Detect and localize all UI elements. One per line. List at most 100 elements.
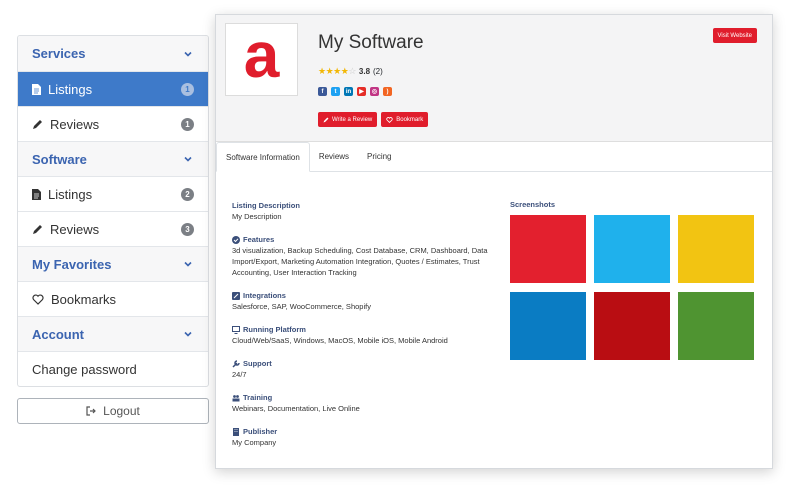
sidebar-item-label: Reviews — [50, 221, 100, 237]
pencil-icon — [33, 119, 42, 129]
section-title: Services — [32, 46, 86, 61]
star-rating-icon: ★★★★☆ — [318, 66, 356, 77]
support-heading: Support — [243, 359, 272, 368]
page-title: My Software — [318, 32, 424, 53]
platform-text: Cloud/Web/SaaS, Windows, MacOS, Mobile i… — [232, 336, 448, 345]
count-badge: 1 — [181, 117, 194, 131]
tab-bar: Software Information Reviews Pricing — [216, 142, 772, 172]
chevron-down-icon — [184, 51, 192, 57]
tab-content: Listing Description My Description Featu… — [216, 172, 772, 448]
sidebar-item-bookmarks[interactable]: Bookmarks — [18, 281, 208, 316]
screenshot-thumbnail[interactable] — [678, 215, 754, 283]
tab-software-information[interactable]: Software Information — [216, 142, 310, 172]
pencil-icon — [323, 117, 329, 122]
sidebar-item-label: Listings — [48, 81, 93, 97]
star-icon: ★ — [333, 66, 341, 76]
linkedin-icon[interactable]: in — [344, 87, 353, 96]
features-heading: Features — [243, 235, 275, 244]
section-title: Account — [32, 326, 84, 342]
sidebar: Services Listings 1 Reviews 1 Software L… — [17, 35, 209, 424]
sidebar-menu: Services Listings 1 Reviews 1 Software L… — [17, 35, 209, 387]
screenshot-thumbnail[interactable] — [594, 292, 670, 360]
sidebar-item-label: Reviews — [50, 116, 100, 132]
tab-pricing[interactable]: Pricing — [358, 141, 400, 171]
count-badge: 2 — [181, 187, 194, 201]
facebook-icon[interactable]: f — [318, 87, 327, 96]
section-services[interactable]: Services — [18, 36, 208, 71]
file-icon — [32, 188, 41, 200]
training-heading: Training — [243, 393, 273, 402]
logout-label: Logout — [103, 404, 140, 418]
social-links: f t in ▶ ◎) — [318, 87, 392, 96]
rating-value: 3.8 — [358, 67, 371, 76]
chevron-down-icon — [184, 261, 192, 267]
count-badge: 1 — [181, 82, 194, 96]
heart-icon — [32, 293, 44, 305]
features-section: Features 3d visualization, Backup Schedu… — [232, 234, 492, 278]
visit-website-button[interactable]: Visit Website — [712, 28, 757, 43]
building-icon — [233, 427, 239, 436]
section-software[interactable]: Software — [18, 141, 208, 176]
publisher-heading: Publisher — [243, 427, 278, 436]
sidebar-item-services-listings[interactable]: Listings 1 — [18, 71, 208, 106]
section-title: Software — [32, 151, 87, 167]
instagram-icon[interactable]: ◎ — [370, 87, 379, 96]
screenshots-section: Screenshots — [510, 200, 754, 360]
integrations-section: Integrations Salesforce, SAP, WooCommerc… — [232, 290, 492, 312]
puzzle-icon — [232, 291, 240, 300]
screenshot-thumbnail[interactable] — [510, 215, 586, 283]
wrench-icon — [232, 359, 240, 368]
software-info: Listing Description My Description Featu… — [232, 200, 492, 448]
check-circle-icon — [232, 235, 240, 244]
listing-header: a My Software ★★★★☆ 3.8 (2) f t in ▶ ◎) Writ… — [216, 15, 772, 142]
screenshot-thumbnail[interactable] — [510, 292, 586, 360]
star-icon: ★ — [318, 66, 326, 76]
bookmark-label: Bookmark — [396, 116, 424, 123]
sign-out-icon — [86, 406, 96, 416]
monitor-icon — [232, 325, 240, 334]
file-icon — [32, 83, 41, 95]
section-account[interactable]: Account — [18, 316, 208, 351]
publisher-section: Publisher My Company — [232, 426, 492, 448]
write-review-button[interactable]: Write a Review — [318, 112, 378, 127]
youtube-icon[interactable]: ▶ — [357, 87, 366, 96]
screenshots-heading: Screenshots — [510, 200, 556, 209]
chevron-down-icon — [184, 331, 192, 337]
count-badge: 3 — [181, 222, 194, 236]
sidebar-item-label: Change password — [32, 361, 137, 377]
description-heading: Listing Description — [232, 201, 300, 210]
heart-icon — [386, 116, 393, 123]
screenshot-grid — [510, 215, 754, 360]
users-icon — [232, 394, 240, 401]
chevron-down-icon — [184, 156, 192, 162]
training-section: Training Webinars, Documentation, Live O… — [232, 392, 492, 414]
rating-count: (2) — [373, 67, 383, 76]
star-icon: ☆ — [348, 66, 356, 76]
listing-actions: Write a Review Bookmark — [318, 112, 429, 127]
sidebar-item-software-reviews[interactable]: Reviews 3 — [18, 211, 208, 246]
section-my-favorites[interactable]: My Favorites — [18, 246, 208, 281]
screenshot-thumbnail[interactable] — [594, 215, 670, 283]
sidebar-item-services-reviews[interactable]: Reviews 1 — [18, 106, 208, 141]
rss-icon[interactable]: ) — [383, 87, 392, 96]
support-section: Support 24/7 — [232, 358, 492, 380]
logout-button[interactable]: Logout — [17, 398, 209, 424]
write-review-label: Write a Review — [332, 116, 373, 123]
sidebar-item-change-password[interactable]: Change password — [18, 351, 208, 386]
twitter-icon[interactable]: t — [331, 87, 340, 96]
software-logo: a — [225, 23, 298, 96]
pencil-icon — [33, 224, 42, 234]
features-text: 3d visualization, Backup Scheduling, Cos… — [232, 246, 488, 277]
logo-letter: a — [243, 18, 280, 91]
description-text: My Description — [232, 212, 282, 221]
publisher-text: My Company — [232, 438, 277, 447]
sidebar-item-software-listings[interactable]: Listings 2 — [18, 176, 208, 211]
platform-heading: Running Platform — [243, 325, 306, 334]
bookmark-button[interactable]: Bookmark — [381, 112, 429, 127]
section-title: My Favorites — [32, 256, 112, 272]
sidebar-item-label: Bookmarks — [51, 291, 117, 307]
screenshot-thumbnail[interactable] — [678, 292, 754, 360]
tab-reviews[interactable]: Reviews — [310, 141, 358, 171]
training-text: Webinars, Documentation, Live Online — [232, 404, 360, 413]
integrations-text: Salesforce, SAP, WooCommerce, Shopify — [232, 302, 371, 311]
